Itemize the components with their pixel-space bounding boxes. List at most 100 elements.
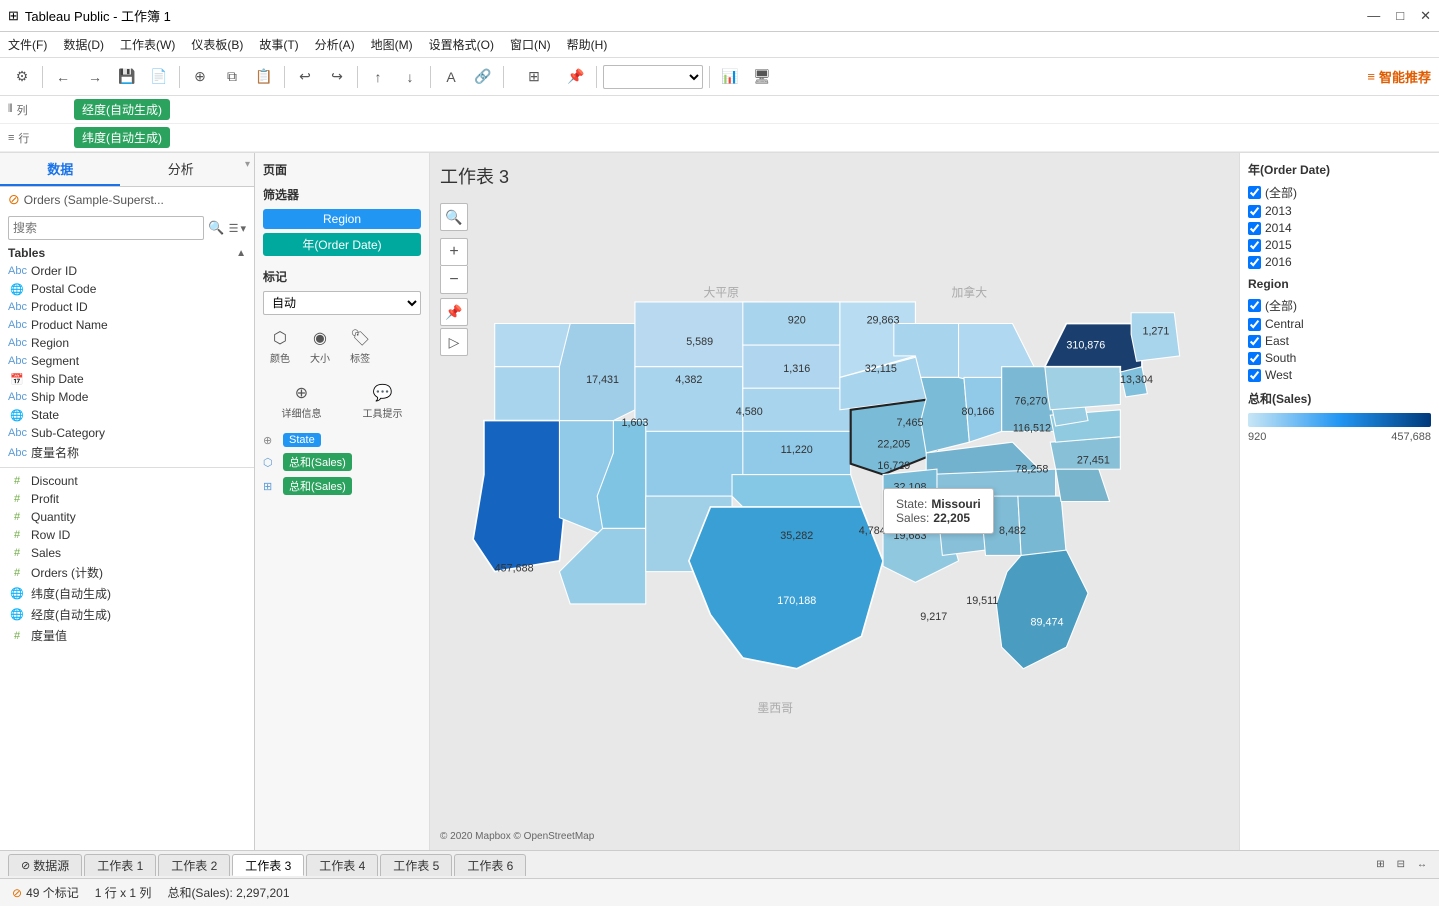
toolbar-undo[interactable]: ↩ (291, 63, 319, 91)
tab-sheet1[interactable]: 工作表 1 (84, 854, 156, 876)
tab-sheet3[interactable]: 工作表 3 (232, 854, 304, 876)
year-2015-checkbox[interactable] (1248, 239, 1261, 252)
year-2013-checkbox[interactable] (1248, 205, 1261, 218)
sheet-list-btn[interactable]: ⊟ (1393, 859, 1409, 870)
latitude-pill[interactable]: 纬度(自动生成) (74, 127, 170, 148)
tooltip-btn[interactable]: 💬 工具提示 (344, 378, 421, 425)
state-id[interactable] (559, 324, 635, 421)
datasource-name[interactable]: Orders (Sample-Superst... (24, 193, 164, 207)
field-product-id[interactable]: Abc Product ID (0, 298, 254, 316)
toolbar-save[interactable]: 💾 (113, 63, 141, 91)
map-search-btn[interactable]: 🔍 (440, 203, 468, 231)
menu-analysis[interactable]: 分析(A) (315, 36, 355, 53)
map-zoom-out[interactable]: − (440, 266, 468, 294)
toolbar-sort-desc[interactable]: ↓ (396, 63, 424, 91)
toolbar-sort-asc[interactable]: ↑ (364, 63, 392, 91)
toolbar-forward[interactable]: → (81, 63, 109, 91)
region-central-checkbox[interactable] (1248, 318, 1261, 331)
left-panel-options[interactable]: ▾ (241, 153, 254, 186)
menu-map[interactable]: 地图(M) (371, 36, 413, 53)
search-sort[interactable]: ▾ (240, 222, 246, 235)
state-pill[interactable]: State (283, 433, 321, 447)
state-pa[interactable] (1045, 367, 1121, 410)
field-postal-code[interactable]: 🌐 Postal Code (0, 280, 254, 298)
year-all-checkbox[interactable] (1248, 186, 1261, 199)
toolbar-link[interactable]: 🔗 (469, 63, 497, 91)
field-discount[interactable]: # Discount (0, 472, 254, 490)
size-btn[interactable]: ◉ 大小 (303, 323, 337, 370)
toolbar-chart[interactable]: 📊 (716, 63, 744, 91)
field-order-id[interactable]: Abc Order ID (0, 262, 254, 280)
menu-story[interactable]: 故事(T) (259, 36, 298, 53)
field-product-name[interactable]: Abc Product Name (0, 316, 254, 334)
field-region[interactable]: Abc Region (0, 334, 254, 352)
map-arrow-btn[interactable]: ▷ (440, 328, 468, 356)
state-ca[interactable] (473, 421, 570, 572)
minimize-btn[interactable]: — (1367, 8, 1380, 24)
field-segment[interactable]: Abc Segment (0, 352, 254, 370)
longitude-pill[interactable]: 经度(自动生成) (74, 99, 170, 120)
region-all-checkbox[interactable] (1248, 299, 1261, 312)
menu-data[interactable]: 数据(D) (63, 36, 104, 53)
field-state[interactable]: 🌐 State (0, 406, 254, 424)
menu-worksheet[interactable]: 工作表(W) (120, 36, 175, 53)
tab-sheet4[interactable]: 工作表 4 (306, 854, 378, 876)
state-wa[interactable] (495, 324, 571, 367)
sheet-scroll-btn[interactable]: ↔ (1413, 859, 1431, 870)
tab-sheet2[interactable]: 工作表 2 (158, 854, 230, 876)
field-measure-values[interactable]: # 度量值 (0, 625, 254, 646)
smart-recommend-btn[interactable]: ≡ 智能推荐 (1367, 67, 1431, 86)
toolbar-customize[interactable]: ⚙ (8, 63, 36, 91)
field-latitude[interactable]: 🌐 纬度(自动生成) (0, 583, 254, 604)
search-list-view[interactable]: ☰ (229, 222, 239, 235)
sales-label-pill[interactable]: 总和(Sales) (283, 477, 352, 495)
tab-analysis[interactable]: 分析 (120, 153, 240, 186)
tab-datasource[interactable]: ⊘ 数据源 (8, 854, 82, 876)
menu-dashboard[interactable]: 仪表板(B) (191, 36, 243, 53)
year-2016-checkbox[interactable] (1248, 256, 1261, 269)
tab-data[interactable]: 数据 (0, 153, 120, 186)
toolbar-redo[interactable]: ↪ (323, 63, 351, 91)
field-measure-names[interactable]: Abc 度量名称 (0, 442, 254, 463)
font-dropdown[interactable] (603, 65, 703, 89)
toolbar-highlight[interactable]: A (437, 63, 465, 91)
menu-help[interactable]: 帮助(H) (567, 36, 608, 53)
toolbar-new-ds[interactable]: ⊕ (186, 63, 214, 91)
toolbar-paste[interactable]: 📋 (250, 63, 278, 91)
region-south-checkbox[interactable] (1248, 352, 1261, 365)
maximize-btn[interactable]: □ (1396, 8, 1404, 24)
field-subcategory[interactable]: Abc Sub-Category (0, 424, 254, 442)
field-row-id[interactable]: # Row ID (0, 526, 254, 544)
toolbar-copy[interactable]: ⧉ (218, 63, 246, 91)
map-zoom-in[interactable]: + (440, 238, 468, 266)
label-btn[interactable]: 🏷 标签 (343, 323, 377, 370)
toolbar-monitor[interactable]: 🖥 (748, 63, 776, 91)
field-profit[interactable]: # Profit (0, 490, 254, 508)
region-west-checkbox[interactable] (1248, 369, 1261, 382)
marks-type-dropdown[interactable]: 自动 (263, 291, 421, 315)
field-quantity[interactable]: # Quantity (0, 508, 254, 526)
toolbar-pin[interactable]: 📌 (562, 63, 590, 91)
menu-format[interactable]: 设置格式(O) (429, 36, 494, 53)
sales-color-pill[interactable]: 总和(Sales) (283, 453, 352, 471)
menu-window[interactable]: 窗口(N) (510, 36, 551, 53)
filter-year[interactable]: 年(Order Date) (263, 233, 421, 256)
field-ship-mode[interactable]: Abc Ship Mode (0, 388, 254, 406)
search-input[interactable] (8, 216, 204, 240)
add-sheet-btn[interactable]: ⊞ (1372, 859, 1388, 870)
state-ok[interactable] (732, 475, 861, 507)
detail-btn[interactable]: ⊕ 详细信息 (263, 378, 340, 425)
map-pin-btn[interactable]: 📌 (440, 298, 468, 326)
tab-sheet5[interactable]: 工作表 5 (380, 854, 452, 876)
field-ship-date[interactable]: 📅 Ship Date (0, 370, 254, 388)
toolbar-save-as[interactable]: 📄 (145, 63, 173, 91)
region-east-checkbox[interactable] (1248, 335, 1261, 348)
tables-collapse[interactable]: ▲ (236, 248, 246, 259)
toolbar-fit[interactable]: ⊞ (510, 63, 558, 91)
color-btn[interactable]: ⬡ 颜色 (263, 323, 297, 370)
close-btn[interactable]: ✕ (1420, 8, 1431, 24)
menu-file[interactable]: 文件(F) (8, 36, 47, 53)
filter-region[interactable]: Region (263, 209, 421, 229)
field-longitude[interactable]: 🌐 经度(自动生成) (0, 604, 254, 625)
tab-sheet6[interactable]: 工作表 6 (454, 854, 526, 876)
